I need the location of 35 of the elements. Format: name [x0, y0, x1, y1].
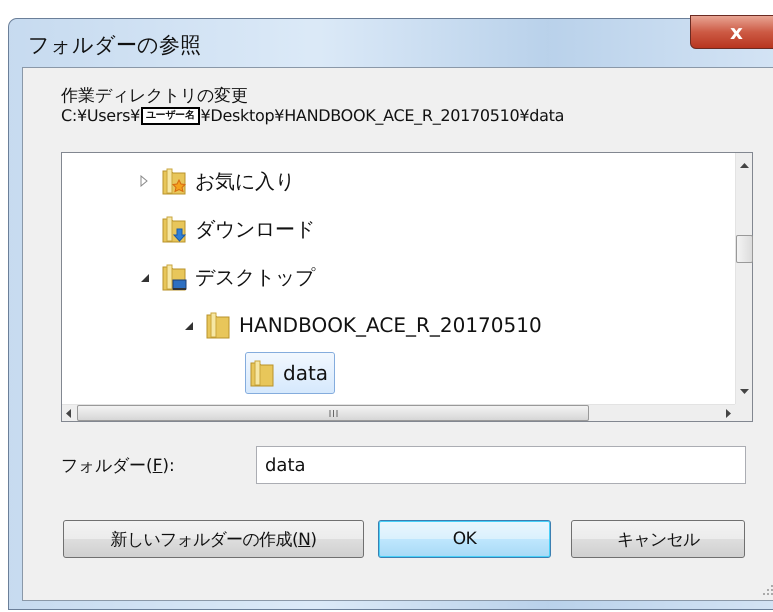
download-folder-icon: [161, 214, 187, 244]
tree-item[interactable]: data: [245, 352, 336, 394]
folder-tree[interactable]: お気に入り ダウンロード デスクトップ HANDBOOK_ACE_R_20170510 data: [61, 152, 753, 422]
scroll-left-icon[interactable]: [66, 408, 71, 418]
scroll-up-icon[interactable]: [740, 163, 748, 168]
folder-label: フォルダー(F):: [61, 454, 176, 476]
scroll-thumb[interactable]: [77, 405, 589, 421]
scroll-thumb[interactable]: [736, 234, 752, 262]
collapsed-icon[interactable]: [140, 175, 148, 187]
expanded-icon[interactable]: [184, 320, 192, 330]
tree-item[interactable]: ダウンロード: [157, 208, 322, 250]
redaction-label: ユーザー名: [141, 107, 200, 125]
tree-item[interactable]: お気に入り: [157, 160, 302, 202]
path-text: C:¥Users¥: [61, 106, 140, 126]
description-heading: 作業ディレクトリの変更: [61, 86, 249, 106]
expanded-icon[interactable]: [140, 272, 148, 282]
path-text: ¥Desktop¥HANDBOOK_ACE_R_20170510¥data: [200, 106, 564, 126]
desktop-folder-icon: [161, 262, 187, 292]
folder-icon: [249, 358, 275, 388]
dialog-button[interactable]: キャンセル: [571, 520, 745, 558]
folder-field[interactable]: data: [256, 446, 746, 484]
folder-icon: [205, 310, 231, 340]
resize-grip-icon[interactable]: [762, 584, 773, 596]
horizontal-scrollbar[interactable]: [62, 404, 735, 421]
tree-item[interactable]: HANDBOOK_ACE_R_20170510: [201, 304, 549, 346]
scroll-right-icon[interactable]: [726, 408, 731, 418]
window-title: フォルダーの参照: [28, 32, 201, 59]
vertical-scrollbar[interactable]: [735, 153, 752, 404]
close-button[interactable]: x: [690, 15, 773, 49]
tree-item[interactable]: デスクトップ: [157, 256, 322, 298]
star-folder-icon: [161, 166, 187, 196]
grip-icon: [328, 410, 338, 416]
scroll-down-icon[interactable]: [740, 389, 748, 394]
dialog-button[interactable]: 新しいフォルダーの作成(N): [63, 520, 364, 558]
dialog-button[interactable]: OK: [378, 520, 551, 558]
